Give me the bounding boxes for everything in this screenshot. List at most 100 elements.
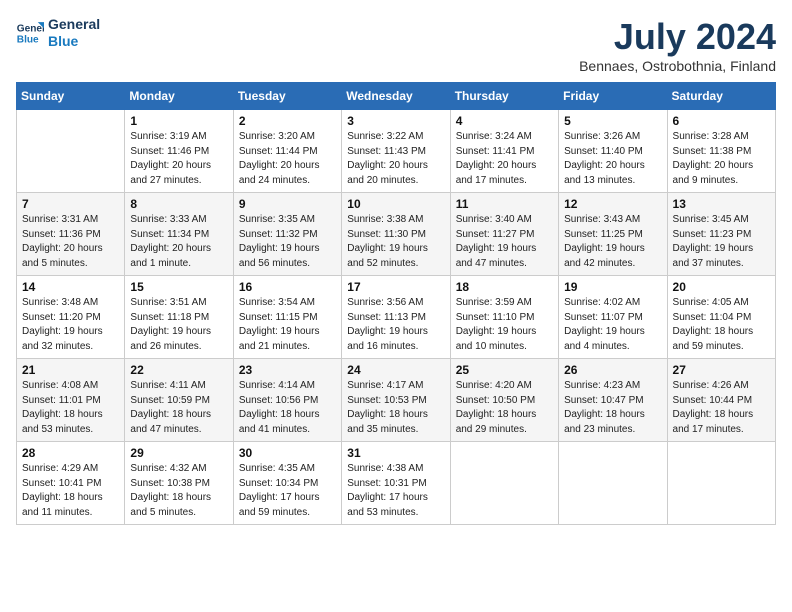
- day-cell: 12 Sunrise: 3:43 AM Sunset: 11:25 PM Dayl…: [559, 193, 667, 276]
- day-cell: 19 Sunrise: 4:02 AM Sunset: 11:07 PM Dayl…: [559, 276, 667, 359]
- day-cell: [17, 110, 125, 193]
- day-info: Sunrise: 4:20 AM Sunset: 10:50 PM Daylig…: [456, 379, 553, 437]
- day-number: 11: [456, 197, 553, 211]
- day-info: Sunrise: 3:54 AM Sunset: 11:15 PM Daylig…: [239, 296, 336, 354]
- day-number: 17: [347, 280, 444, 294]
- day-cell: 23Sunrise: 4:14 AM Sunset: 10:56 PM Dayl…: [233, 359, 341, 442]
- day-cell: 31 Sunrise: 4:38 AM Sunset: 10:31 PM Dayl…: [342, 442, 450, 525]
- title-block: July 2024 Bennaes, Ostrobothnia, Finland: [579, 16, 776, 74]
- page-header: General Blue General Blue July 2024 Benn…: [16, 16, 776, 74]
- svg-text:Blue: Blue: [17, 34, 39, 45]
- week-row: 7Sunrise: 3:31 AM Sunset: 11:36 PM Dayli…: [17, 193, 776, 276]
- day-number: 2: [239, 114, 336, 128]
- day-info: Sunrise: 4:11 AM Sunset: 10:59 PM Daylig…: [130, 379, 227, 437]
- day-number: 1: [130, 114, 227, 128]
- day-info: Sunrise: 3:22 AM Sunset: 11:43 PM Daylig…: [347, 130, 444, 188]
- day-info: Sunrise: 4:32 AM Sunset: 10:38 PM Daylig…: [130, 462, 227, 520]
- day-number: 10: [347, 197, 444, 211]
- day-header: Wednesday: [342, 83, 450, 110]
- day-number: 13: [673, 197, 770, 211]
- day-number: 28: [22, 446, 119, 460]
- day-header: Sunday: [17, 83, 125, 110]
- day-cell: 4Sunrise: 3:24 AM Sunset: 11:41 PM Dayli…: [450, 110, 558, 193]
- day-cell: 27Sunrise: 4:26 AM Sunset: 10:44 PM Dayl…: [667, 359, 775, 442]
- day-info: Sunrise: 4:23 AM Sunset: 10:47 PM Daylig…: [564, 379, 661, 437]
- logo: General Blue General Blue: [16, 16, 100, 50]
- day-cell: 24 Sunrise: 4:17 AM Sunset: 10:53 PM Dayl…: [342, 359, 450, 442]
- day-cell: 18 Sunrise: 3:59 AM Sunset: 11:10 PM Dayl…: [450, 276, 558, 359]
- day-number: 7: [22, 197, 119, 211]
- day-cell: [450, 442, 558, 525]
- day-cell: 6 Sunrise: 3:28 AM Sunset: 11:38 PM Dayli…: [667, 110, 775, 193]
- day-cell: 28 Sunrise: 4:29 AM Sunset: 10:41 PM Dayl…: [17, 442, 125, 525]
- day-cell: 11 Sunrise: 3:40 AM Sunset: 11:27 PM Dayl…: [450, 193, 558, 276]
- day-info: Sunrise: 3:40 AM Sunset: 11:27 PM Daylig…: [456, 213, 553, 271]
- day-info: Sunrise: 3:51 AM Sunset: 11:18 PM Daylig…: [130, 296, 227, 354]
- day-number: 21: [22, 363, 119, 377]
- header-row: SundayMondayTuesdayWednesdayThursdayFrid…: [17, 83, 776, 110]
- day-number: 30: [239, 446, 336, 460]
- day-cell: 30 Sunrise: 4:35 AM Sunset: 10:34 PM Dayl…: [233, 442, 341, 525]
- day-info: Sunrise: 4:17 AM Sunset: 10:53 PM Daylig…: [347, 379, 444, 437]
- day-cell: 9 Sunrise: 3:35 AM Sunset: 11:32 PM Dayli…: [233, 193, 341, 276]
- day-number: 18: [456, 280, 553, 294]
- day-cell: 21 Sunrise: 4:08 AM Sunset: 11:01 PM Dayl…: [17, 359, 125, 442]
- day-number: 15: [130, 280, 227, 294]
- day-info: Sunrise: 4:14 AM Sunset: 10:56 PM Daylig…: [239, 379, 336, 437]
- week-row: 14Sunrise: 3:48 AM Sunset: 11:20 PM Dayl…: [17, 276, 776, 359]
- day-number: 12: [564, 197, 661, 211]
- day-cell: 8Sunrise: 3:33 AM Sunset: 11:34 PM Dayli…: [125, 193, 233, 276]
- day-cell: 2 Sunrise: 3:20 AM Sunset: 11:44 PM Dayli…: [233, 110, 341, 193]
- day-info: Sunrise: 4:29 AM Sunset: 10:41 PM Daylig…: [22, 462, 119, 520]
- day-info: Sunrise: 3:43 AM Sunset: 11:25 PM Daylig…: [564, 213, 661, 271]
- day-info: Sunrise: 4:26 AM Sunset: 10:44 PM Daylig…: [673, 379, 770, 437]
- day-cell: 14Sunrise: 3:48 AM Sunset: 11:20 PM Dayl…: [17, 276, 125, 359]
- day-info: Sunrise: 3:38 AM Sunset: 11:30 PM Daylig…: [347, 213, 444, 271]
- day-header: Thursday: [450, 83, 558, 110]
- day-number: 31: [347, 446, 444, 460]
- day-info: Sunrise: 3:59 AM Sunset: 11:10 PM Daylig…: [456, 296, 553, 354]
- day-cell: 3Sunrise: 3:22 AM Sunset: 11:43 PM Dayli…: [342, 110, 450, 193]
- day-info: Sunrise: 3:20 AM Sunset: 11:44 PM Daylig…: [239, 130, 336, 188]
- day-header: Monday: [125, 83, 233, 110]
- day-cell: 20Sunrise: 4:05 AM Sunset: 11:04 PM Dayl…: [667, 276, 775, 359]
- day-info: Sunrise: 4:08 AM Sunset: 11:01 PM Daylig…: [22, 379, 119, 437]
- svg-text:General: General: [17, 23, 44, 34]
- day-info: Sunrise: 3:24 AM Sunset: 11:41 PM Daylig…: [456, 130, 553, 188]
- day-number: 22: [130, 363, 227, 377]
- day-cell: 7Sunrise: 3:31 AM Sunset: 11:36 PM Dayli…: [17, 193, 125, 276]
- day-cell: 13 Sunrise: 3:45 AM Sunset: 11:23 PM Dayl…: [667, 193, 775, 276]
- day-info: Sunrise: 4:38 AM Sunset: 10:31 PM Daylig…: [347, 462, 444, 520]
- day-cell: 26 Sunrise: 4:23 AM Sunset: 10:47 PM Dayl…: [559, 359, 667, 442]
- day-info: Sunrise: 3:56 AM Sunset: 11:13 PM Daylig…: [347, 296, 444, 354]
- day-cell: 5Sunrise: 3:26 AM Sunset: 11:40 PM Dayli…: [559, 110, 667, 193]
- location: Bennaes, Ostrobothnia, Finland: [579, 58, 776, 74]
- day-number: 20: [673, 280, 770, 294]
- day-number: 26: [564, 363, 661, 377]
- day-number: 25: [456, 363, 553, 377]
- day-cell: 1 Sunrise: 3:19 AM Sunset: 11:46 PM Dayli…: [125, 110, 233, 193]
- day-number: 5: [564, 114, 661, 128]
- day-number: 6: [673, 114, 770, 128]
- logo-line2: Blue: [48, 33, 100, 50]
- week-row: 21 Sunrise: 4:08 AM Sunset: 11:01 PM Dayl…: [17, 359, 776, 442]
- day-header: Tuesday: [233, 83, 341, 110]
- day-info: Sunrise: 3:19 AM Sunset: 11:46 PM Daylig…: [130, 130, 227, 188]
- day-number: 8: [130, 197, 227, 211]
- day-cell: [667, 442, 775, 525]
- day-number: 19: [564, 280, 661, 294]
- day-number: 9: [239, 197, 336, 211]
- day-number: 24: [347, 363, 444, 377]
- day-info: Sunrise: 3:45 AM Sunset: 11:23 PM Daylig…: [673, 213, 770, 271]
- calendar-body: 1 Sunrise: 3:19 AM Sunset: 11:46 PM Dayli…: [17, 110, 776, 525]
- day-info: Sunrise: 4:35 AM Sunset: 10:34 PM Daylig…: [239, 462, 336, 520]
- day-info: Sunrise: 4:02 AM Sunset: 11:07 PM Daylig…: [564, 296, 661, 354]
- day-cell: 29Sunrise: 4:32 AM Sunset: 10:38 PM Dayl…: [125, 442, 233, 525]
- logo-icon: General Blue: [16, 19, 44, 47]
- week-row: 1 Sunrise: 3:19 AM Sunset: 11:46 PM Dayli…: [17, 110, 776, 193]
- day-info: Sunrise: 3:28 AM Sunset: 11:38 PM Daylig…: [673, 130, 770, 188]
- day-cell: 16Sunrise: 3:54 AM Sunset: 11:15 PM Dayl…: [233, 276, 341, 359]
- day-cell: 22 Sunrise: 4:11 AM Sunset: 10:59 PM Dayl…: [125, 359, 233, 442]
- day-header: Friday: [559, 83, 667, 110]
- day-info: Sunrise: 3:35 AM Sunset: 11:32 PM Daylig…: [239, 213, 336, 271]
